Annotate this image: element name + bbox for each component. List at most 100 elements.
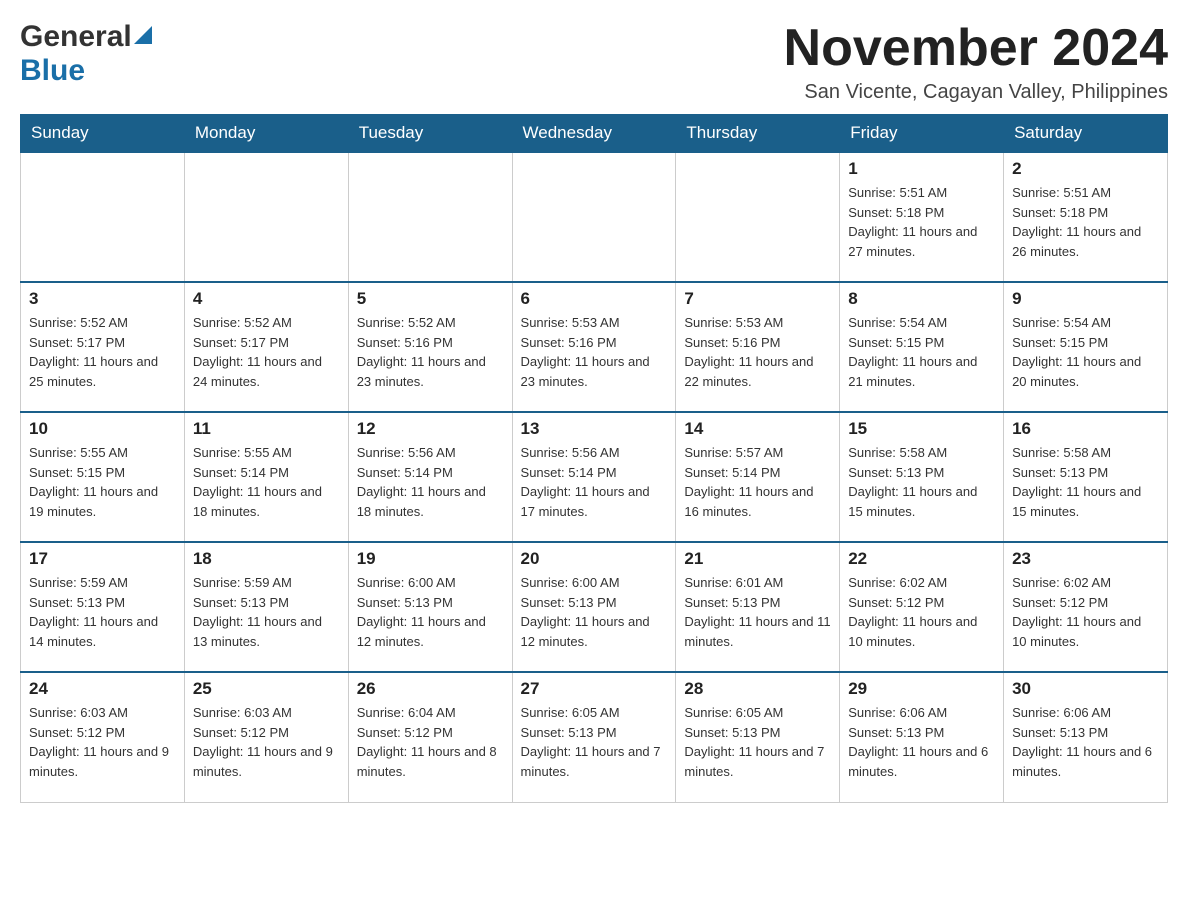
page-header: General Blue November 2024 San Vicente, … (20, 20, 1168, 104)
day-number: 28 (684, 679, 831, 699)
calendar-week-2: 3 Sunrise: 5:52 AM Sunset: 5:17 PM Daylig… (21, 282, 1168, 412)
day-number: 3 (29, 289, 176, 309)
day-info: Sunrise: 5:59 AM Sunset: 5:13 PM Dayligh… (29, 573, 176, 651)
calendar-cell: 7 Sunrise: 5:53 AM Sunset: 5:16 PM Daylig… (676, 282, 840, 412)
day-number: 26 (357, 679, 504, 699)
day-number: 16 (1012, 419, 1159, 439)
day-number: 1 (848, 159, 995, 179)
calendar-cell: 18Sunrise: 5:59 AM Sunset: 5:13 PM Dayli… (184, 542, 348, 672)
day-info: Sunrise: 6:05 AM Sunset: 5:13 PM Dayligh… (521, 703, 668, 781)
day-info: Sunrise: 5:58 AM Sunset: 5:13 PM Dayligh… (848, 443, 995, 521)
weekday-header-sunday: Sunday (21, 115, 185, 153)
calendar-cell: 2 Sunrise: 5:51 AM Sunset: 5:18 PM Daylig… (1004, 152, 1168, 282)
calendar-cell: 15 Sunrise: 5:58 AM Sunset: 5:13 PM Dayli… (840, 412, 1004, 542)
calendar-cell: 10 Sunrise: 5:55 AM Sunset: 5:15 PM Dayli… (21, 412, 185, 542)
day-number: 18 (193, 549, 340, 569)
logo: General Blue (20, 20, 152, 88)
day-number: 21 (684, 549, 831, 569)
day-number: 7 (684, 289, 831, 309)
calendar-week-3: 10 Sunrise: 5:55 AM Sunset: 5:15 PM Dayli… (21, 412, 1168, 542)
day-info: Sunrise: 5:51 AM Sunset: 5:18 PM Dayligh… (848, 183, 995, 261)
calendar-cell (348, 152, 512, 282)
month-year-title: November 2024 (784, 20, 1168, 77)
day-info: Sunrise: 5:56 AM Sunset: 5:14 PM Dayligh… (357, 443, 504, 521)
day-number: 19 (357, 549, 504, 569)
logo-general-text: General (20, 20, 132, 54)
day-number: 6 (521, 289, 668, 309)
day-info: Sunrise: 6:02 AM Sunset: 5:12 PM Dayligh… (1012, 573, 1159, 651)
weekday-header-wednesday: Wednesday (512, 115, 676, 153)
day-info: Sunrise: 6:00 AM Sunset: 5:13 PM Dayligh… (357, 573, 504, 651)
day-info: Sunrise: 6:03 AM Sunset: 5:12 PM Dayligh… (193, 703, 340, 781)
day-number: 27 (521, 679, 668, 699)
day-number: 2 (1012, 159, 1159, 179)
title-block: November 2024 San Vicente, Cagayan Valle… (784, 20, 1168, 104)
calendar-body: 1 Sunrise: 5:51 AM Sunset: 5:18 PM Daylig… (21, 152, 1168, 802)
day-number: 25 (193, 679, 340, 699)
calendar-cell: 20 Sunrise: 6:00 AM Sunset: 5:13 PM Dayli… (512, 542, 676, 672)
weekday-header-thursday: Thursday (676, 115, 840, 153)
calendar-cell: 28Sunrise: 6:05 AM Sunset: 5:13 PM Dayli… (676, 672, 840, 802)
day-number: 4 (193, 289, 340, 309)
calendar-cell: 23 Sunrise: 6:02 AM Sunset: 5:12 PM Dayli… (1004, 542, 1168, 672)
calendar-cell: 9Sunrise: 5:54 AM Sunset: 5:15 PM Daylig… (1004, 282, 1168, 412)
calendar-cell: 30 Sunrise: 6:06 AM Sunset: 5:13 PM Dayli… (1004, 672, 1168, 802)
day-info: Sunrise: 5:55 AM Sunset: 5:15 PM Dayligh… (29, 443, 176, 521)
calendar-cell: 14 Sunrise: 5:57 AM Sunset: 5:14 PM Dayli… (676, 412, 840, 542)
day-info: Sunrise: 5:52 AM Sunset: 5:17 PM Dayligh… (29, 313, 176, 391)
day-number: 20 (521, 549, 668, 569)
calendar-week-5: 24 Sunrise: 6:03 AM Sunset: 5:12 PM Dayli… (21, 672, 1168, 802)
day-info: Sunrise: 6:00 AM Sunset: 5:13 PM Dayligh… (521, 573, 668, 651)
calendar-cell: 27 Sunrise: 6:05 AM Sunset: 5:13 PM Dayli… (512, 672, 676, 802)
location-subtitle: San Vicente, Cagayan Valley, Philippines (784, 81, 1168, 104)
day-number: 10 (29, 419, 176, 439)
calendar-cell: 11Sunrise: 5:55 AM Sunset: 5:14 PM Dayli… (184, 412, 348, 542)
calendar-cell: 19 Sunrise: 6:00 AM Sunset: 5:13 PM Dayli… (348, 542, 512, 672)
day-number: 15 (848, 419, 995, 439)
day-info: Sunrise: 6:02 AM Sunset: 5:12 PM Dayligh… (848, 573, 995, 651)
calendar-cell: 25 Sunrise: 6:03 AM Sunset: 5:12 PM Dayli… (184, 672, 348, 802)
calendar-cell: 24 Sunrise: 6:03 AM Sunset: 5:12 PM Dayli… (21, 672, 185, 802)
calendar-cell: 3 Sunrise: 5:52 AM Sunset: 5:17 PM Daylig… (21, 282, 185, 412)
day-number: 22 (848, 549, 995, 569)
day-number: 29 (848, 679, 995, 699)
day-number: 17 (29, 549, 176, 569)
calendar-week-4: 17 Sunrise: 5:59 AM Sunset: 5:13 PM Dayli… (21, 542, 1168, 672)
calendar-cell: 16 Sunrise: 5:58 AM Sunset: 5:13 PM Dayli… (1004, 412, 1168, 542)
calendar-cell: 6Sunrise: 5:53 AM Sunset: 5:16 PM Daylig… (512, 282, 676, 412)
calendar-week-1: 1 Sunrise: 5:51 AM Sunset: 5:18 PM Daylig… (21, 152, 1168, 282)
day-number: 9 (1012, 289, 1159, 309)
day-info: Sunrise: 5:52 AM Sunset: 5:17 PM Dayligh… (193, 313, 340, 391)
day-number: 12 (357, 419, 504, 439)
calendar-cell (676, 152, 840, 282)
day-number: 24 (29, 679, 176, 699)
logo-blue-text: Blue (20, 54, 85, 87)
day-info: Sunrise: 5:51 AM Sunset: 5:18 PM Dayligh… (1012, 183, 1159, 261)
weekday-header-saturday: Saturday (1004, 115, 1168, 153)
day-number: 14 (684, 419, 831, 439)
day-number: 8 (848, 289, 995, 309)
day-info: Sunrise: 5:54 AM Sunset: 5:15 PM Dayligh… (848, 313, 995, 391)
calendar-cell: 29Sunrise: 6:06 AM Sunset: 5:13 PM Dayli… (840, 672, 1004, 802)
calendar-cell: 21 Sunrise: 6:01 AM Sunset: 5:13 PM Dayli… (676, 542, 840, 672)
day-number: 23 (1012, 549, 1159, 569)
day-info: Sunrise: 5:57 AM Sunset: 5:14 PM Dayligh… (684, 443, 831, 521)
calendar-cell: 22 Sunrise: 6:02 AM Sunset: 5:12 PM Dayli… (840, 542, 1004, 672)
calendar-cell: 26Sunrise: 6:04 AM Sunset: 5:12 PM Dayli… (348, 672, 512, 802)
day-info: Sunrise: 5:55 AM Sunset: 5:14 PM Dayligh… (193, 443, 340, 521)
day-number: 5 (357, 289, 504, 309)
day-info: Sunrise: 6:06 AM Sunset: 5:13 PM Dayligh… (1012, 703, 1159, 781)
calendar-cell (21, 152, 185, 282)
calendar-cell: 1 Sunrise: 5:51 AM Sunset: 5:18 PM Daylig… (840, 152, 1004, 282)
weekday-header-tuesday: Tuesday (348, 115, 512, 153)
day-number: 30 (1012, 679, 1159, 699)
day-info: Sunrise: 5:56 AM Sunset: 5:14 PM Dayligh… (521, 443, 668, 521)
day-info: Sunrise: 5:58 AM Sunset: 5:13 PM Dayligh… (1012, 443, 1159, 521)
calendar-cell: 17 Sunrise: 5:59 AM Sunset: 5:13 PM Dayli… (21, 542, 185, 672)
calendar-header-row: SundayMondayTuesdayWednesdayThursdayFrid… (21, 115, 1168, 153)
weekday-header-monday: Monday (184, 115, 348, 153)
day-info: Sunrise: 6:01 AM Sunset: 5:13 PM Dayligh… (684, 573, 831, 651)
weekday-header-friday: Friday (840, 115, 1004, 153)
day-info: Sunrise: 5:53 AM Sunset: 5:16 PM Dayligh… (684, 313, 831, 391)
day-info: Sunrise: 6:03 AM Sunset: 5:12 PM Dayligh… (29, 703, 176, 781)
